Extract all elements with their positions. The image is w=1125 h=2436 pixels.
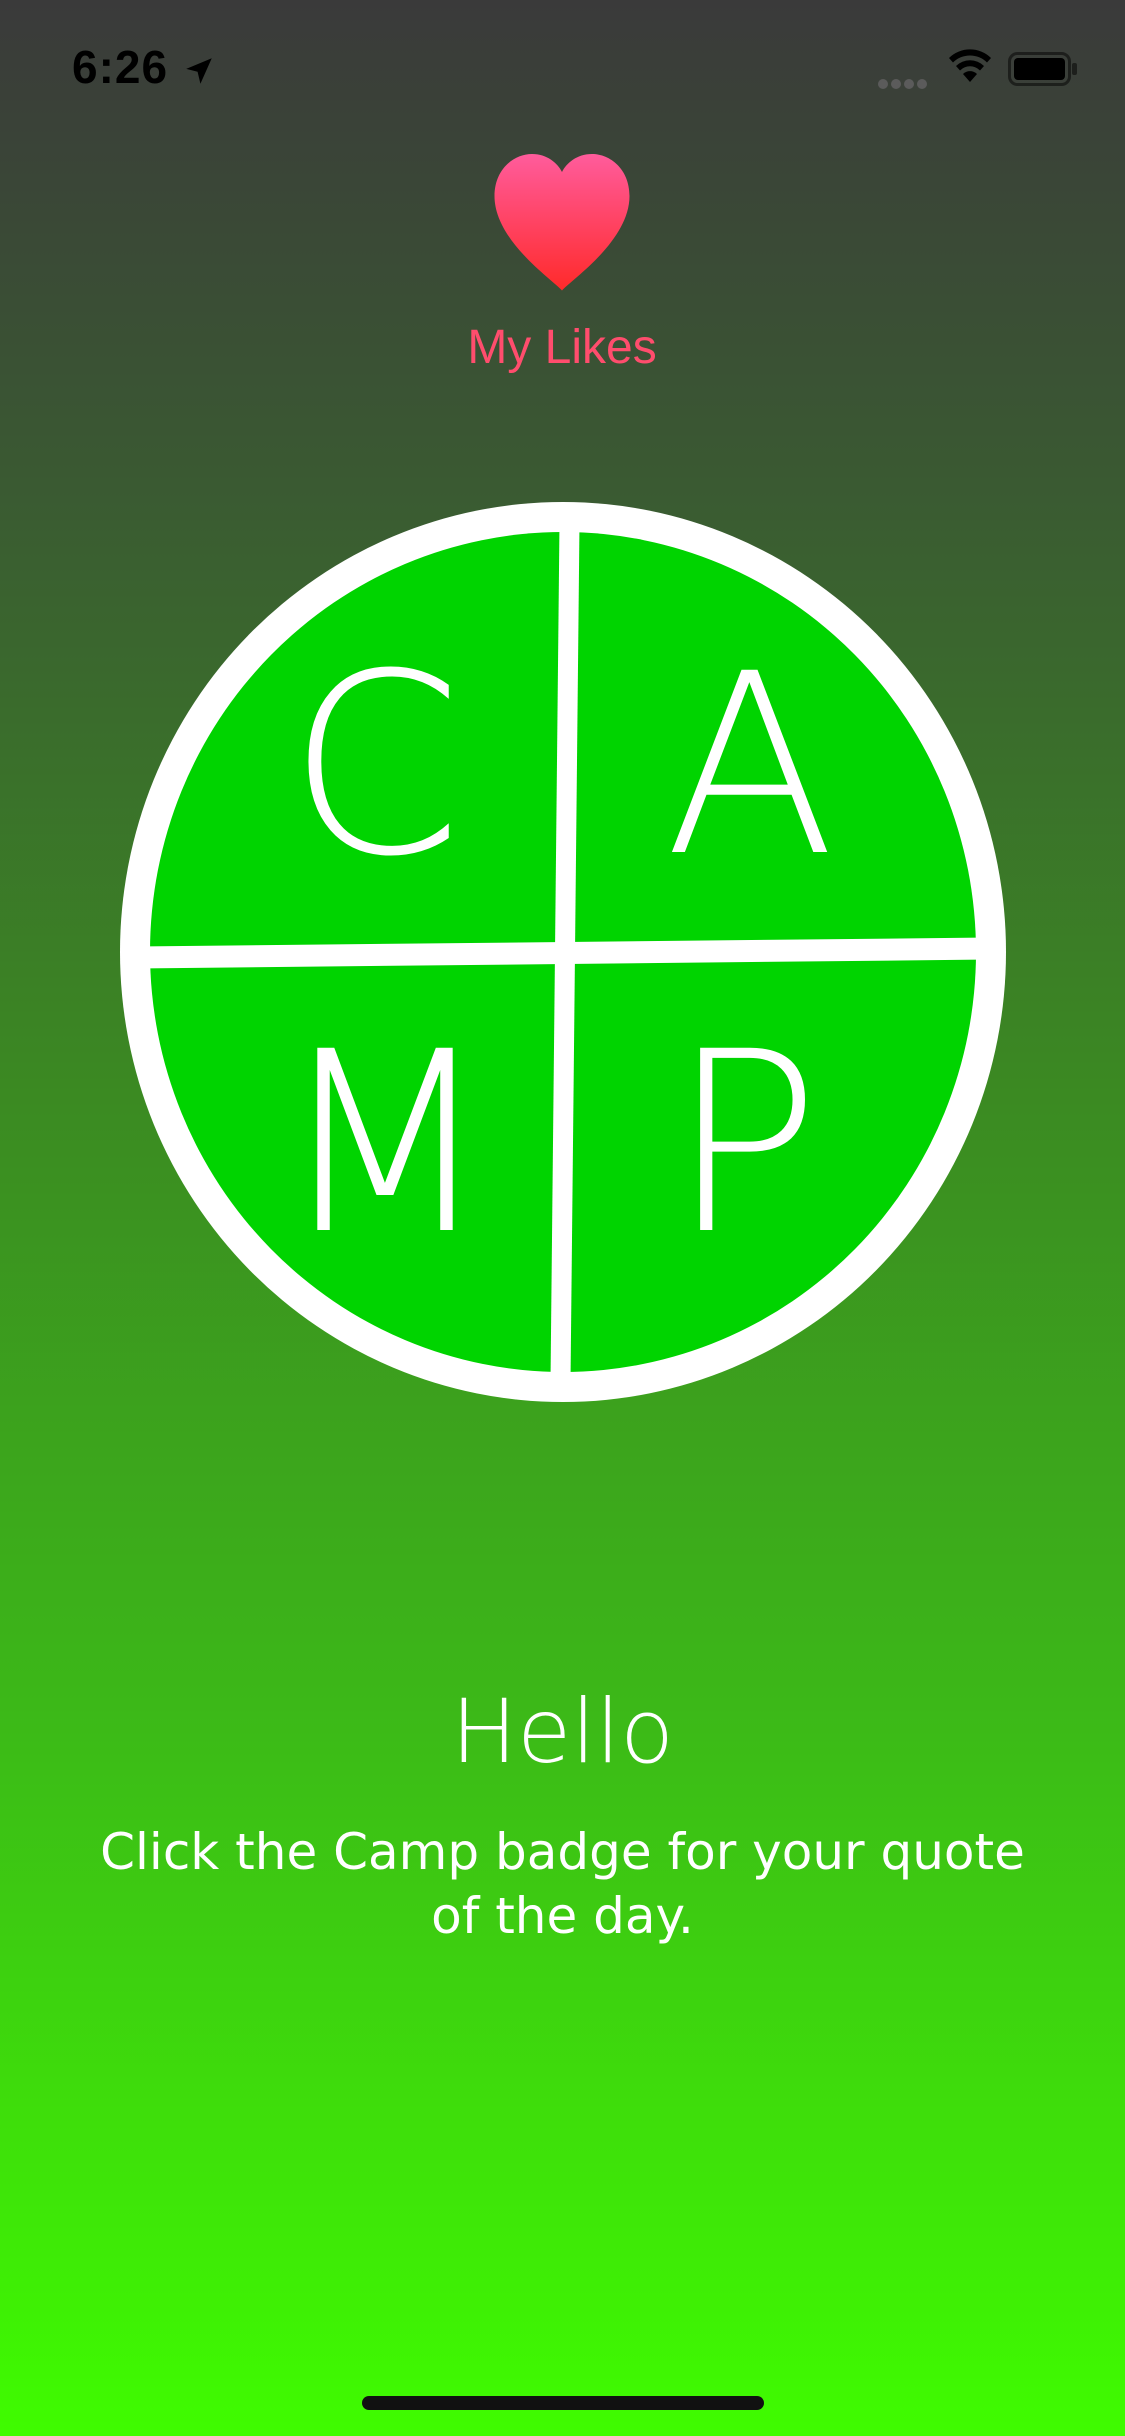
badge-letter-a: A: [664, 620, 835, 911]
badge-letter-p: P: [670, 998, 821, 1289]
home-indicator[interactable]: [362, 2396, 764, 2410]
greeting-message: Click the Camp badge for your quote of t…: [100, 1823, 1025, 1945]
status-time: 6:26: [72, 41, 169, 93]
badge-letter-m: M: [277, 998, 493, 1289]
signal-dots-icon: [878, 74, 938, 89]
wifi-icon: [949, 49, 991, 82]
status-bar: 6:26: [0, 0, 1125, 140]
heart-icon: [494, 154, 630, 291]
battery-icon: [1008, 52, 1077, 86]
my-likes-button[interactable]: My Likes: [412, 140, 712, 390]
my-likes-label: My Likes: [467, 321, 657, 374]
camp-badge-graphic: C A M P: [120, 502, 1006, 1402]
greeting-title: Hello: [450, 1680, 675, 1783]
badge-letter-c: C: [288, 620, 463, 911]
location-arrow-icon: [186, 58, 212, 84]
camp-badge-button[interactable]: C A M P: [120, 502, 1006, 1402]
